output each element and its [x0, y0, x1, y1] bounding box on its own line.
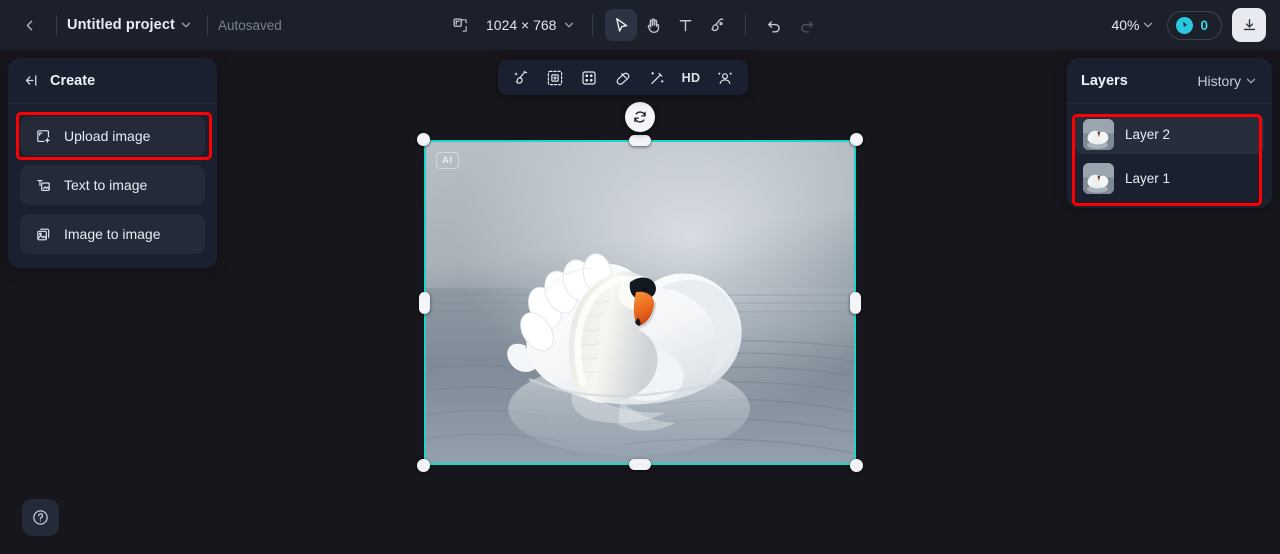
face-retouch-button[interactable]	[712, 65, 738, 91]
chevron-down-icon	[565, 22, 574, 28]
sidebar-item-image-to-image[interactable]: Image to image	[20, 214, 205, 254]
collapse-panel-icon[interactable]	[22, 72, 40, 90]
sidebar-item-label: Image to image	[64, 226, 161, 242]
sidebar-item-upload-image[interactable]: Upload image	[20, 116, 205, 156]
upload-image-icon	[34, 127, 52, 145]
sidebar-items: Upload image Text to image Image to imag…	[8, 104, 217, 254]
hd-upscale-button[interactable]: HD	[678, 65, 704, 91]
create-sidebar: Create Upload image Text to image Image …	[8, 58, 217, 268]
layer-item-1[interactable]: Layer 1	[1075, 158, 1264, 198]
layers-panel-header: Layers History	[1067, 58, 1272, 104]
sidebar-item-label: Text to image	[64, 177, 148, 193]
face-enhance-icon	[718, 71, 732, 84]
brush-tool[interactable]	[701, 9, 733, 41]
layers-panel: Layers History Layer 2 Layer 1	[1067, 58, 1272, 208]
autosave-status: Autosaved	[217, 17, 282, 33]
expand-frame-icon	[547, 70, 563, 85]
credit-coin-icon	[1176, 16, 1194, 34]
top-bar-right-tools: 40% 0	[1109, 0, 1266, 50]
text-t-icon	[679, 19, 692, 31]
divider	[592, 14, 594, 36]
layer-thumbnail	[1083, 162, 1114, 194]
redo-button[interactable]	[790, 9, 822, 41]
download-button[interactable]	[1232, 8, 1266, 42]
resize-handle-top[interactable]	[629, 135, 651, 146]
resize-handle-top-right[interactable]	[850, 133, 863, 146]
select-tool[interactable]	[605, 9, 638, 41]
image-editor-app: Untitled project Autosaved 1024 × 768 40…	[0, 0, 1280, 554]
image-to-image-icon	[34, 225, 52, 243]
ai-badge: AI	[436, 152, 459, 169]
layers-list: Layer 2 Layer 1	[1067, 104, 1272, 198]
layer-thumbnail	[1083, 118, 1114, 150]
resize-canvas-icon	[452, 17, 467, 32]
chevron-left-icon	[26, 20, 32, 30]
hand-tool[interactable]	[637, 9, 669, 41]
canvas-size-button[interactable]	[444, 9, 476, 41]
undo-button[interactable]	[758, 9, 790, 41]
resize-handle-bottom-left[interactable]	[417, 459, 430, 472]
sidebar-item-label: Upload image	[64, 128, 151, 144]
layer-name: Layer 1	[1125, 170, 1171, 186]
image-context-toolbar: HD	[498, 60, 748, 95]
remove-background-button[interactable]	[576, 65, 602, 91]
zoom-level: 40%	[1111, 17, 1140, 33]
magic-brush-icon	[514, 70, 528, 84]
help-button[interactable]	[22, 499, 59, 536]
magic-wand-icon	[651, 71, 664, 84]
help-question-icon	[33, 510, 48, 525]
rotate-button[interactable]	[625, 102, 655, 132]
magic-wand-button[interactable]	[644, 65, 670, 91]
sidebar-title: Create	[50, 72, 96, 89]
expand-image-button[interactable]	[542, 65, 568, 91]
history-label: History	[1197, 72, 1241, 89]
canvas-size-caret[interactable]	[558, 14, 580, 36]
hand-icon	[647, 17, 660, 33]
eraser-button[interactable]	[610, 65, 636, 91]
sidebar-item-text-to-image[interactable]: Text to image	[20, 165, 205, 205]
resize-handle-right[interactable]	[850, 291, 861, 314]
magic-retouch-button[interactable]	[508, 65, 534, 91]
rotate-refresh-icon	[634, 111, 646, 123]
divider	[206, 15, 208, 35]
top-bar: Untitled project Autosaved 1024 × 768 40…	[0, 0, 1280, 50]
credits-count: 0	[1200, 17, 1208, 33]
canvas-dimensions[interactable]: 1024 × 768	[486, 17, 556, 33]
swan-photo	[426, 142, 854, 463]
layers-title: Layers	[1081, 72, 1128, 89]
chevron-down-icon	[1246, 78, 1256, 83]
text-tool[interactable]	[669, 9, 701, 41]
project-menu-caret[interactable]	[175, 14, 197, 36]
resize-handle-left[interactable]	[419, 291, 430, 314]
crop-select-icon	[582, 70, 596, 85]
project-name[interactable]: Untitled project	[67, 17, 175, 33]
divider	[56, 15, 57, 35]
selected-image[interactable]: AI	[424, 140, 856, 465]
undo-arrow-icon	[768, 20, 780, 33]
resize-handle-top-left[interactable]	[417, 133, 430, 146]
zoom-control[interactable]: 40%	[1109, 13, 1157, 37]
top-bar-center-tools: 1024 × 768	[444, 0, 822, 50]
redo-arrow-icon	[801, 20, 813, 33]
chevron-down-icon	[181, 22, 191, 28]
chevron-down-icon	[1144, 22, 1153, 28]
download-icon	[1243, 18, 1255, 30]
history-dropdown[interactable]: History	[1197, 73, 1258, 89]
resize-handle-bottom-right[interactable]	[850, 459, 863, 472]
canvas-selection[interactable]: AI	[417, 102, 863, 472]
back-button[interactable]	[12, 8, 46, 42]
hd-text-icon: HD	[681, 70, 701, 85]
credits-badge[interactable]: 0	[1167, 10, 1222, 40]
brush-icon	[711, 17, 724, 31]
layer-name: Layer 2	[1125, 126, 1171, 142]
sidebar-header: Create	[8, 58, 217, 104]
text-to-image-icon	[34, 176, 52, 194]
resize-handle-bottom[interactable]	[629, 459, 651, 470]
layer-item-2[interactable]: Layer 2	[1075, 114, 1264, 154]
cursor-arrow-icon	[616, 17, 628, 32]
eraser-icon	[616, 72, 630, 85]
divider	[745, 14, 747, 36]
